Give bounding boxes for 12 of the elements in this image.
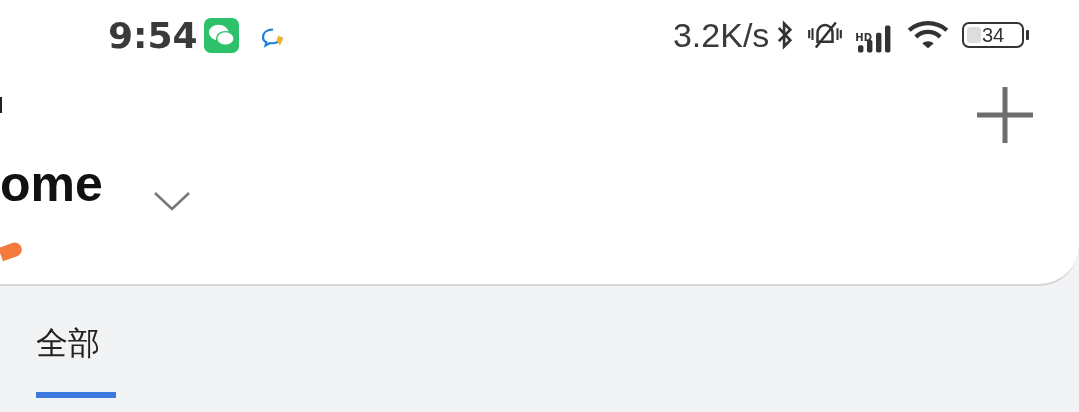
page-title[interactable]: ome	[0, 155, 103, 213]
battery-charge	[967, 27, 981, 43]
add-icon[interactable]	[975, 85, 1035, 145]
text-cursor	[0, 97, 2, 113]
chat-app-icon	[203, 17, 239, 53]
chevron-down-icon[interactable]	[152, 190, 191, 212]
network-speed: 3.2K/s	[672, 15, 770, 55]
battery-level: 34	[981, 23, 1005, 47]
wifi-icon	[906, 19, 950, 51]
signal-type-label: HD	[855, 31, 872, 43]
status-time: 9:54	[108, 14, 198, 56]
tab[interactable]: 全部	[36, 286, 116, 398]
